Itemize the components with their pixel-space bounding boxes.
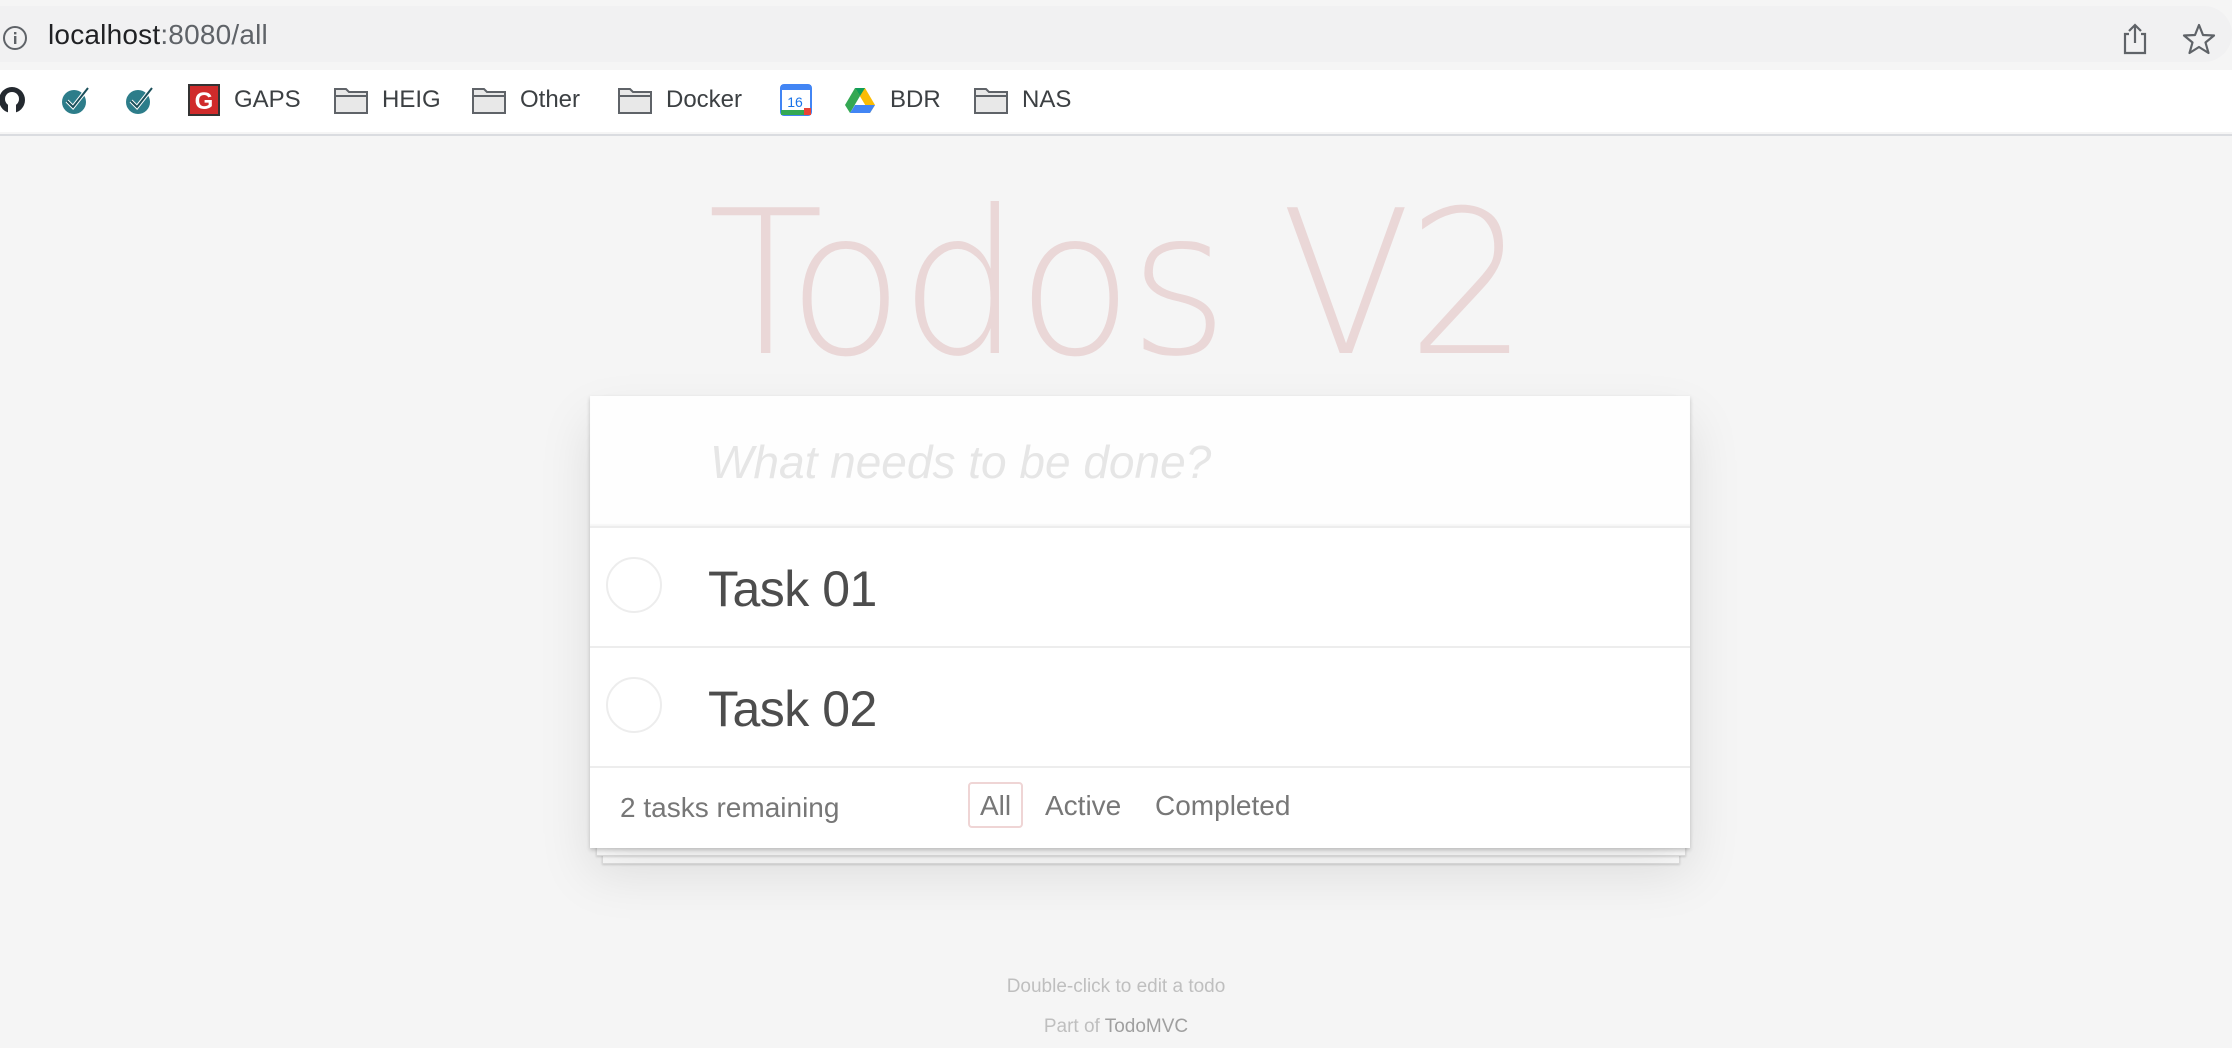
svg-text:G: G: [195, 88, 214, 115]
github-icon: [0, 87, 25, 113]
checkmark-badge-icon: [62, 86, 90, 114]
new-todo-input[interactable]: [708, 426, 1612, 498]
bookmark-label: HEIG: [382, 86, 441, 113]
new-todo-header: [590, 396, 1690, 528]
filter-all[interactable]: All: [968, 782, 1024, 828]
todo-label[interactable]: Task 02: [708, 680, 877, 738]
bookmark-label: Other: [520, 86, 581, 113]
bookmark-label: GAPS: [234, 86, 301, 113]
filter-active[interactable]: Active: [1033, 782, 1133, 828]
bookmark-github[interactable]: [0, 82, 28, 118]
folder-icon: [472, 88, 506, 114]
bookmark-folder-docker[interactable]: Docker: [618, 82, 742, 118]
svg-text:16: 16: [787, 94, 803, 110]
url-text[interactable]: localhost:8080/all: [48, 19, 268, 51]
google-drive-icon: [845, 88, 875, 113]
calendar-16-icon: 16: [780, 84, 812, 116]
part-of-text: Part of: [1043, 1016, 1105, 1037]
bookmark-gaps[interactable]: G GAPS: [188, 82, 301, 118]
bookmark-folder-heig[interactable]: HEIG: [334, 82, 441, 118]
todo-app-panel: Task 01 Task 02 2 tasks remaining All Ac…: [590, 396, 1690, 848]
todomvc-link[interactable]: TodoMVC: [1105, 1016, 1188, 1037]
todo-label[interactable]: Task 01: [708, 560, 877, 618]
folder-icon: [974, 88, 1008, 114]
bookmark-label: NAS: [1022, 86, 1072, 113]
address-bar[interactable]: localhost:8080/all: [0, 6, 2232, 62]
bookmark-label: Docker: [666, 86, 743, 113]
todo-item[interactable]: Task 01: [590, 528, 1690, 648]
filter-completed[interactable]: Completed: [1143, 782, 1302, 828]
todo-item[interactable]: Task 02: [590, 648, 1690, 768]
gaps-g-icon: G: [188, 84, 220, 116]
todo-toggle-checkbox[interactable]: [606, 557, 662, 613]
bookmark-check-1[interactable]: [60, 82, 92, 118]
bookmarks-bar: G GAPS HEIG Other Docker 16 BDR NAS: [0, 70, 2232, 132]
bookmark-check-2[interactable]: [124, 82, 156, 118]
bookmark-star-icon[interactable]: [2182, 22, 2216, 56]
bookmark-calendar[interactable]: 16: [780, 82, 812, 118]
todo-count: 2 tasks remaining: [620, 792, 840, 823]
bookmark-folder-other[interactable]: Other: [472, 82, 580, 118]
bookmark-folder-nas[interactable]: NAS: [974, 82, 1071, 118]
info-icon[interactable]: [2, 25, 28, 51]
todo-toggle-checkbox[interactable]: [606, 677, 662, 733]
edit-hint: Double-click to edit a todo: [1006, 976, 1226, 997]
todo-footer: 2 tasks remaining All Active Completed: [590, 766, 1690, 848]
chrome-divider: [0, 134, 2232, 136]
footer-info: Part of TodoMVC: [0, 1016, 2232, 1038]
bookmark-bdr[interactable]: BDR: [844, 82, 941, 118]
checkmark-badge-icon: [126, 86, 154, 114]
folder-icon: [334, 88, 368, 114]
share-icon[interactable]: [2120, 22, 2150, 56]
bookmark-label: BDR: [890, 86, 941, 113]
folder-icon: [618, 88, 652, 114]
url-path: :8080/all: [160, 19, 268, 50]
url-host: localhost: [48, 19, 161, 50]
app-title: Todos V2: [707, 168, 1529, 401]
